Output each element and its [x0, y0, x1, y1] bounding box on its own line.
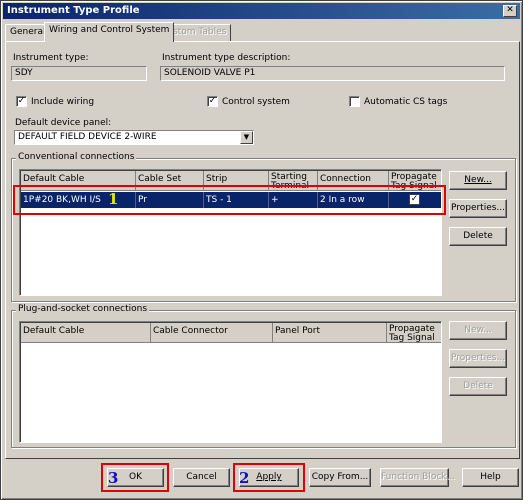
close-icon[interactable]: ✕ — [503, 5, 517, 17]
conventional-delete-button[interactable]: Delete — [449, 227, 507, 246]
column-header-propagate-tag-signal[interactable]: Propagate Tag Signal — [387, 323, 441, 343]
instrument-type-description-label: Instrument type description: — [162, 53, 291, 63]
marker-1: 1 — [108, 190, 119, 208]
tab-panel: Instrument type: SDY Instrument type des… — [5, 41, 520, 459]
include-wiring-label: Include wiring — [31, 97, 95, 107]
help-button[interactable]: Help — [462, 468, 519, 487]
automatic-cs-tags-label: Automatic CS tags — [364, 97, 448, 107]
plug-delete-button[interactable]: Delete — [449, 377, 507, 396]
conventional-connections-group: Conventional connections Default Cable C… — [11, 152, 516, 302]
conventional-connections-title: Conventional connections — [16, 152, 137, 162]
plug-and-socket-grid[interactable]: Default Cable Cable Connector Panel Port… — [19, 321, 442, 443]
title-bar[interactable]: Instrument Type Profile ✕ — [3, 3, 520, 19]
cancel-button[interactable]: Cancel — [173, 468, 230, 487]
plug-properties-button[interactable]: Properties... — [449, 349, 507, 368]
plug-and-socket-connections-group: Plug-and-socket connections Default Cabl… — [11, 304, 516, 448]
function-block-button[interactable]: Function Block... — [380, 468, 455, 487]
plug-and-socket-connections-title: Plug-and-socket connections — [16, 304, 150, 314]
include-wiring-checkbox[interactable]: ✓ — [16, 96, 27, 107]
automatic-cs-tags-checkbox[interactable] — [349, 96, 360, 107]
chevron-down-icon[interactable]: ▼ — [240, 131, 253, 144]
default-device-panel-value: DEFAULT FIELD DEVICE 2-WIRE — [18, 132, 157, 142]
tab-wiring-and-control-system[interactable]: Wiring and Control System — [44, 22, 175, 42]
instrument-type-label: Instrument type: — [13, 53, 89, 63]
copy-from-button[interactable]: Copy From... — [309, 468, 371, 487]
conventional-properties-button[interactable]: Properties... — [449, 199, 507, 218]
control-system-label: Control system — [222, 97, 290, 107]
conventional-new-button[interactable]: New... — [449, 171, 507, 190]
marker-3: 3 — [108, 469, 119, 487]
instrument-type-profile-window: Instrument Type Profile ✕ General Wiring… — [0, 0, 523, 500]
default-device-panel-label: Default device panel: — [15, 118, 112, 128]
instrument-type-field: SDY — [11, 66, 147, 81]
column-header-default-cable[interactable]: Default Cable — [21, 323, 151, 343]
plug-new-button[interactable]: New... — [449, 321, 507, 340]
column-header-cable-connector[interactable]: Cable Connector — [151, 323, 273, 343]
highlight-selected-row — [13, 185, 446, 215]
window-title: Instrument Type Profile — [7, 5, 140, 16]
column-header-panel-port[interactable]: Panel Port — [273, 323, 387, 343]
default-device-panel-select[interactable]: DEFAULT FIELD DEVICE 2-WIRE ▼ — [14, 130, 254, 145]
instrument-type-description-field: SOLENOID VALVE P1 — [160, 66, 505, 81]
control-system-checkbox[interactable]: ✓ — [207, 96, 218, 107]
marker-2: 2 — [239, 469, 250, 487]
